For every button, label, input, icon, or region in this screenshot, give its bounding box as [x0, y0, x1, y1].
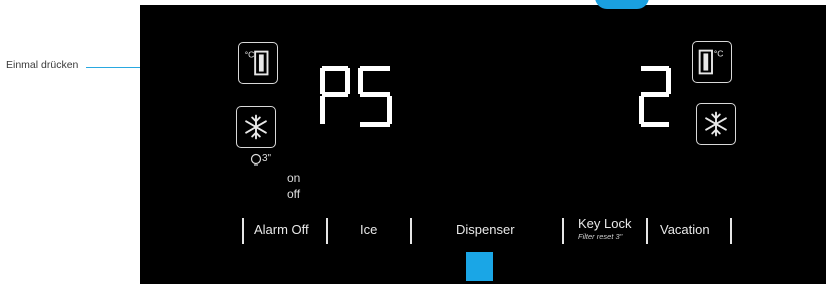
alarm-off-button[interactable]: Alarm Off	[254, 222, 309, 237]
separator	[242, 218, 244, 244]
separator	[326, 218, 328, 244]
separator	[646, 218, 648, 244]
separator	[562, 218, 564, 244]
key-lock-button[interactable]: Key Lock	[578, 216, 631, 231]
callout-line	[86, 67, 141, 68]
off-label: off	[287, 187, 301, 201]
timer-label: 3"	[262, 153, 272, 164]
svg-text:°C: °C	[245, 49, 255, 59]
fridge-temp-right-icon[interactable]: °C	[692, 41, 732, 83]
dispenser-button[interactable]: Dispenser	[456, 222, 515, 237]
separator	[410, 218, 412, 244]
top-indicator	[595, 0, 649, 9]
bulb-timer-icon: 3"	[250, 152, 280, 168]
callout-text: Einmal drücken	[6, 59, 79, 71]
vacation-button[interactable]: Vacation	[660, 222, 710, 237]
separator	[730, 218, 732, 244]
key-lock-sub-label: Filter reset 3"	[578, 232, 623, 241]
dispenser-indicator	[466, 252, 493, 281]
control-panel: °C 3" °C on off Alarm Off Ice Dispenser …	[140, 0, 826, 284]
ice-button[interactable]: Ice	[360, 222, 377, 237]
on-label: on	[287, 171, 301, 185]
svg-text:°C: °C	[714, 48, 724, 58]
freeze-right-icon[interactable]	[696, 103, 736, 145]
fridge-temp-icon[interactable]: °C	[238, 42, 278, 84]
freeze-icon[interactable]	[236, 106, 276, 148]
